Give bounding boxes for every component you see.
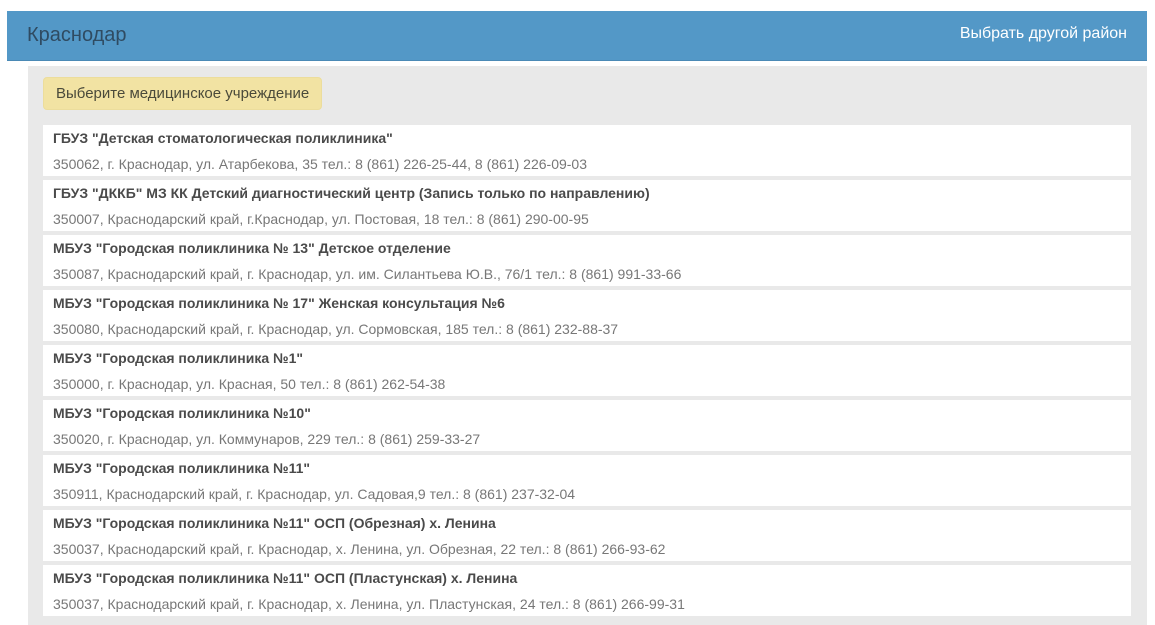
- institution-item[interactable]: ГБУЗ "ДККБ" МЗ КК Детский диагностически…: [43, 180, 1131, 231]
- institution-item[interactable]: МБУЗ "Городская поликлиника №11" ОСП (Об…: [43, 510, 1131, 561]
- top-header-bar: Краснодар Выбрать другой район: [7, 11, 1147, 61]
- institution-item[interactable]: МБУЗ "Городская поликлиника № 17" Женска…: [43, 290, 1131, 341]
- institution-address: 350062, г. Краснодар, ул. Атарбекова, 35…: [53, 156, 587, 172]
- institution-name: МБУЗ "Городская поликлиника №10": [53, 405, 311, 421]
- institution-name: МБУЗ "Городская поликлиника №11" ОСП (Пл…: [53, 570, 518, 586]
- change-district-link[interactable]: Выбрать другой район: [960, 25, 1127, 43]
- institution-item[interactable]: МБУЗ "Городская поликлиника №11" 350911,…: [43, 455, 1131, 506]
- institution-address: 350020, г. Краснодар, ул. Коммунаров, 22…: [53, 431, 481, 447]
- institution-item[interactable]: МБУЗ "Городская поликлиника №1" 350000, …: [43, 345, 1131, 396]
- institution-item[interactable]: МБУЗ "Городская поликлиника № 13" Детско…: [43, 235, 1131, 286]
- institution-address: 350000, г. Краснодар, ул. Красная, 50 те…: [53, 376, 446, 392]
- institution-address: 350080, Краснодарский край, г. Краснодар…: [53, 321, 619, 337]
- institution-address: 350087, Краснодарский край, г. Краснодар…: [53, 266, 682, 282]
- institution-address: 350037, Краснодарский край, г. Краснодар…: [53, 541, 666, 557]
- institution-address: 350037, Краснодарский край, г. Краснодар…: [53, 596, 685, 612]
- institution-address: 350007, Краснодарский край, г.Краснодар,…: [53, 211, 589, 227]
- select-institution-hint: Выберите медицинское учреждение: [43, 77, 323, 110]
- institution-item[interactable]: МБУЗ "Городская поликлиника №10" 350020,…: [43, 400, 1131, 451]
- institution-name: МБУЗ "Городская поликлиника №11" ОСП (Об…: [53, 515, 496, 531]
- institution-address: 350911, Краснодарский край, г. Краснодар…: [53, 486, 576, 502]
- institution-item[interactable]: ГБУЗ "Детская стоматологическая поликлин…: [43, 125, 1131, 176]
- institution-item[interactable]: МБУЗ "Городская поликлиника №11" ОСП (Пл…: [43, 565, 1131, 616]
- city-title: Краснодар: [27, 24, 127, 46]
- institution-name: МБУЗ "Городская поликлиника №1": [53, 350, 304, 366]
- institution-name: МБУЗ "Городская поликлиника №11": [53, 460, 311, 476]
- institution-name: МБУЗ "Городская поликлиника № 13" Детско…: [53, 240, 451, 256]
- institution-name: ГБУЗ "ДККБ" МЗ КК Детский диагностически…: [53, 185, 650, 201]
- institution-list: ГБУЗ "Детская стоматологическая поликлин…: [43, 125, 1131, 620]
- institution-name: МБУЗ "Городская поликлиника № 17" Женска…: [53, 295, 505, 311]
- institution-panel: Выберите медицинское учреждение ГБУЗ "Де…: [28, 66, 1147, 625]
- institution-name: ГБУЗ "Детская стоматологическая поликлин…: [53, 130, 393, 146]
